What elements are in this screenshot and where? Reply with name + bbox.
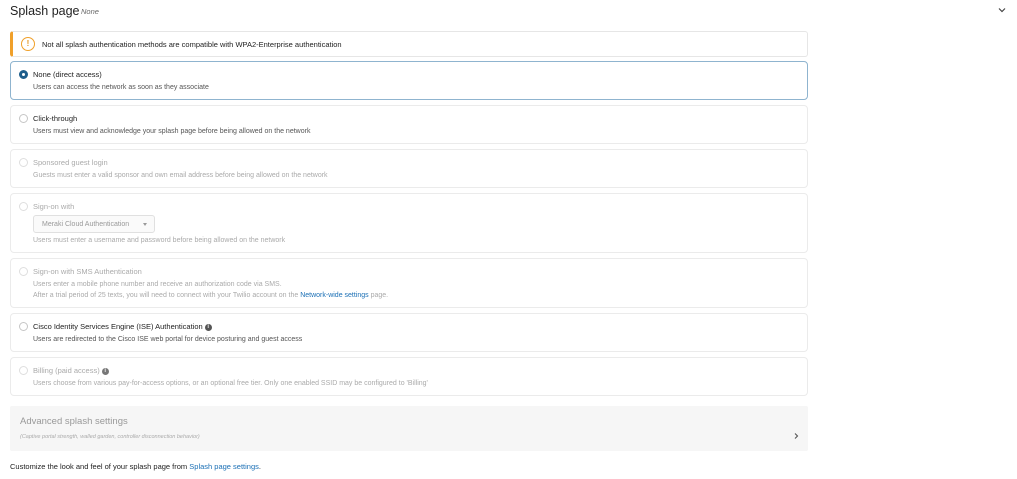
dropdown-value: Meraki Cloud Authentication <box>42 221 130 228</box>
option-none-direct-access[interactable]: None (direct access) Users can access th… <box>10 61 808 100</box>
footer-suffix: . <box>258 462 261 471</box>
network-wide-settings-link[interactable]: Network-wide settings <box>300 292 368 299</box>
option-description: Users must view and acknowledge your spl… <box>33 128 311 135</box>
radio-sms-authentication <box>19 267 28 276</box>
radio-sponsored-guest-login <box>19 158 28 167</box>
option-description: Guests must enter a valid sponsor and ow… <box>33 172 328 179</box>
desc-text: After a trial period of 25 texts, you wi… <box>33 292 301 299</box>
option-sign-on-with: Sign-on with Meraki Cloud Authentication… <box>10 193 808 253</box>
current-splash-value: None <box>81 7 99 16</box>
option-title: Sign-on with <box>33 202 75 211</box>
caret-down-icon <box>143 223 147 226</box>
option-description: Users must enter a username and password… <box>33 237 286 244</box>
option-description: Users are redirected to the Cisco ISE we… <box>33 336 303 343</box>
option-title-wrap: Billing (paid access) i <box>33 366 109 376</box>
radio-billing <box>19 366 28 375</box>
desc-text-suffix: page. <box>368 292 389 299</box>
info-icon[interactable]: i <box>204 324 212 331</box>
info-icon[interactable]: i <box>101 368 109 375</box>
auth-server-dropdown: Meraki Cloud Authentication <box>33 215 155 233</box>
option-cisco-ise-authentication[interactable]: Cisco Identity Services Engine (ISE) Aut… <box>10 313 808 352</box>
advanced-splash-settings[interactable]: Advanced splash settings (Captive portal… <box>10 406 808 451</box>
option-sms-authentication: Sign-on with SMS Authentication Users en… <box>10 258 808 308</box>
radio-cisco-ise[interactable] <box>19 322 28 331</box>
option-description-line2: After a trial period of 25 texts, you wi… <box>33 291 388 301</box>
option-title-wrap: Cisco Identity Services Engine (ISE) Aut… <box>33 322 212 332</box>
option-title: Sign-on with SMS Authentication <box>33 267 142 276</box>
radio-click-through[interactable] <box>19 114 28 123</box>
advanced-settings-title: Advanced splash settings <box>20 416 128 427</box>
section-title: Splash page <box>10 4 80 18</box>
exclamation-circle-icon: ! <box>21 37 35 51</box>
footer-text: Customize the look and feel of your spla… <box>10 462 190 471</box>
chevron-down-icon[interactable] <box>997 5 1007 15</box>
option-title: None (direct access) <box>33 70 102 79</box>
splash-page-header[interactable]: Splash page None <box>10 3 1007 21</box>
radio-sign-on-with <box>19 202 28 211</box>
option-click-through[interactable]: Click-through Users must view and acknow… <box>10 105 808 144</box>
splash-page-settings-link[interactable]: Splash page settings <box>189 462 259 471</box>
radio-none[interactable] <box>19 70 28 79</box>
compatibility-warning: ! Not all splash authentication methods … <box>10 31 808 57</box>
option-title: Click-through <box>33 114 78 123</box>
option-title: Sponsored guest login <box>33 158 108 167</box>
customize-footer: Customize the look and feel of your spla… <box>10 462 261 472</box>
chevron-right-icon[interactable] <box>792 432 800 440</box>
option-title: Cisco Identity Services Engine (ISE) Aut… <box>33 322 203 331</box>
option-sponsored-guest-login: Sponsored guest login Guests must enter … <box>10 149 808 188</box>
option-billing: Billing (paid access) i Users choose from… <box>10 357 808 396</box>
option-description: Users enter a mobile phone number and re… <box>33 281 282 288</box>
advanced-settings-subtitle: (Captive portal strength, walled garden,… <box>20 434 200 440</box>
option-description: Users can access the network as soon as … <box>33 84 209 91</box>
option-title: Billing (paid access) <box>33 366 100 375</box>
warning-text: Not all splash authentication methods ar… <box>42 40 342 49</box>
option-description: Users choose from various pay-for-access… <box>33 380 428 387</box>
